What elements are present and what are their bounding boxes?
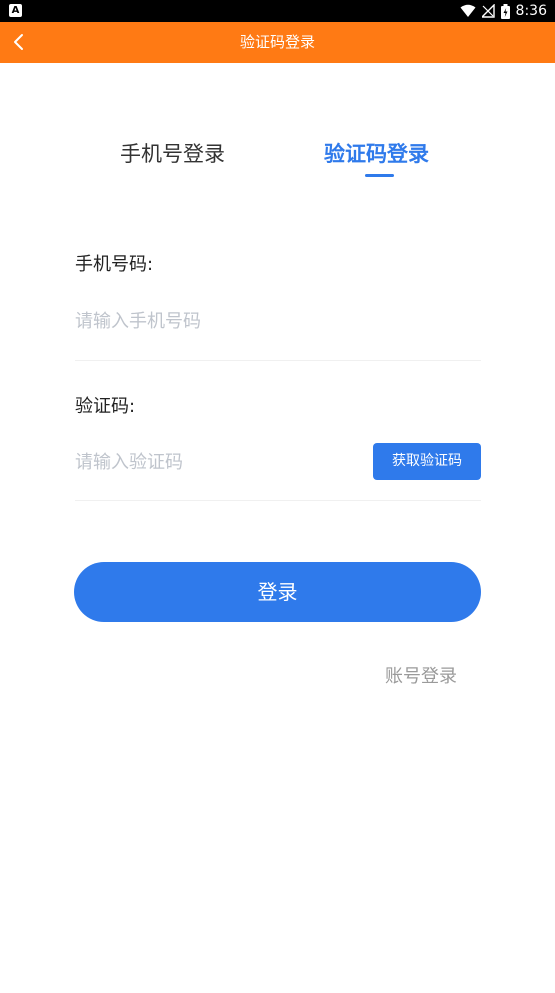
phone-label: 手机号码: — [75, 254, 154, 275]
status-icons: 8:36 — [460, 0, 547, 22]
tab-active-indicator — [365, 174, 394, 177]
account-login-link[interactable]: 账号登录 — [385, 662, 457, 688]
back-button[interactable] — [4, 24, 34, 60]
login-button[interactable]: 登录 — [74, 562, 481, 622]
signal-off-icon — [481, 4, 495, 18]
verification-code-input[interactable] — [75, 444, 355, 480]
login-mode-tabs: 手机号登录 验证码登录 — [0, 130, 555, 190]
battery-charging-icon — [500, 3, 510, 19]
notification-icon: A — [9, 4, 22, 17]
status-bar: A 8:36 — [0, 0, 555, 22]
divider — [75, 360, 481, 361]
page-title: 验证码登录 — [239, 33, 315, 51]
wifi-icon — [460, 4, 476, 17]
code-label: 验证码: — [75, 396, 136, 417]
tab-phone-login[interactable]: 手机号登录 — [120, 138, 225, 168]
get-code-button[interactable]: 获取验证码 — [373, 443, 481, 480]
status-time: 8:36 — [515, 3, 547, 19]
tab-code-login[interactable]: 验证码登录 — [324, 138, 429, 168]
phone-input[interactable] — [75, 303, 475, 339]
divider — [75, 500, 481, 501]
chevron-left-icon — [14, 34, 23, 50]
app-bar: 验证码登录 — [0, 22, 555, 63]
